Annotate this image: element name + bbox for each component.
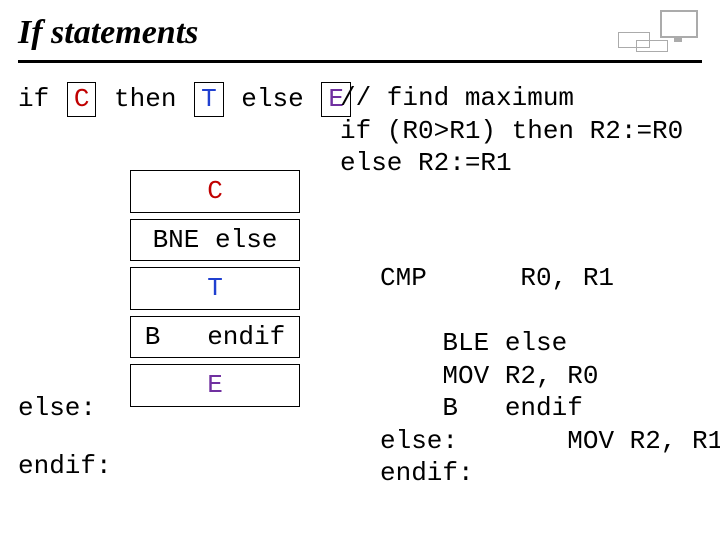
assembly-listing: CMP R0, R1 BLE else MOV R2, R0 B endif e… [380, 262, 720, 490]
computer-icon [618, 10, 698, 54]
comment-l1: // find maximum [340, 83, 574, 113]
kw-if: if [18, 84, 49, 114]
asm-ble: BLE else [380, 328, 567, 358]
flow-box-T: T [130, 267, 300, 310]
flow-bne: BNE else [130, 219, 300, 262]
asm-endif-label: endif: [380, 458, 474, 488]
comment-l2: if (R0>R1) then R2:=R0 [340, 116, 683, 146]
kw-else: else [241, 84, 303, 114]
asm-mov-r2-r1: MOV R2, R1 [458, 426, 720, 456]
flow-box-C: C [130, 170, 300, 213]
asm-else-label: else: [380, 426, 458, 456]
asm-cmp: CMP R0, R1 [380, 263, 614, 293]
asm-mov-r2-r0: MOV R2, R0 [380, 361, 598, 391]
pseudocode-comment: // find maximum if (R0>R1) then R2:=R0 e… [340, 82, 683, 180]
token-C: C [67, 82, 97, 117]
label-endif: endif: [18, 450, 112, 483]
page-title: If statements [18, 14, 198, 52]
label-else: else: [18, 392, 96, 425]
asm-b-endif: B endif [380, 393, 583, 423]
flow-b-endif: B endif [130, 316, 300, 359]
flow-box-E: E [130, 364, 300, 407]
flow-column: C BNE else T B endif E [130, 170, 300, 407]
kw-then: then [114, 84, 176, 114]
title-divider [18, 60, 702, 63]
schema-line: if C then T else E [18, 82, 353, 117]
token-T: T [194, 82, 224, 117]
comment-l3: else R2:=R1 [340, 148, 512, 178]
